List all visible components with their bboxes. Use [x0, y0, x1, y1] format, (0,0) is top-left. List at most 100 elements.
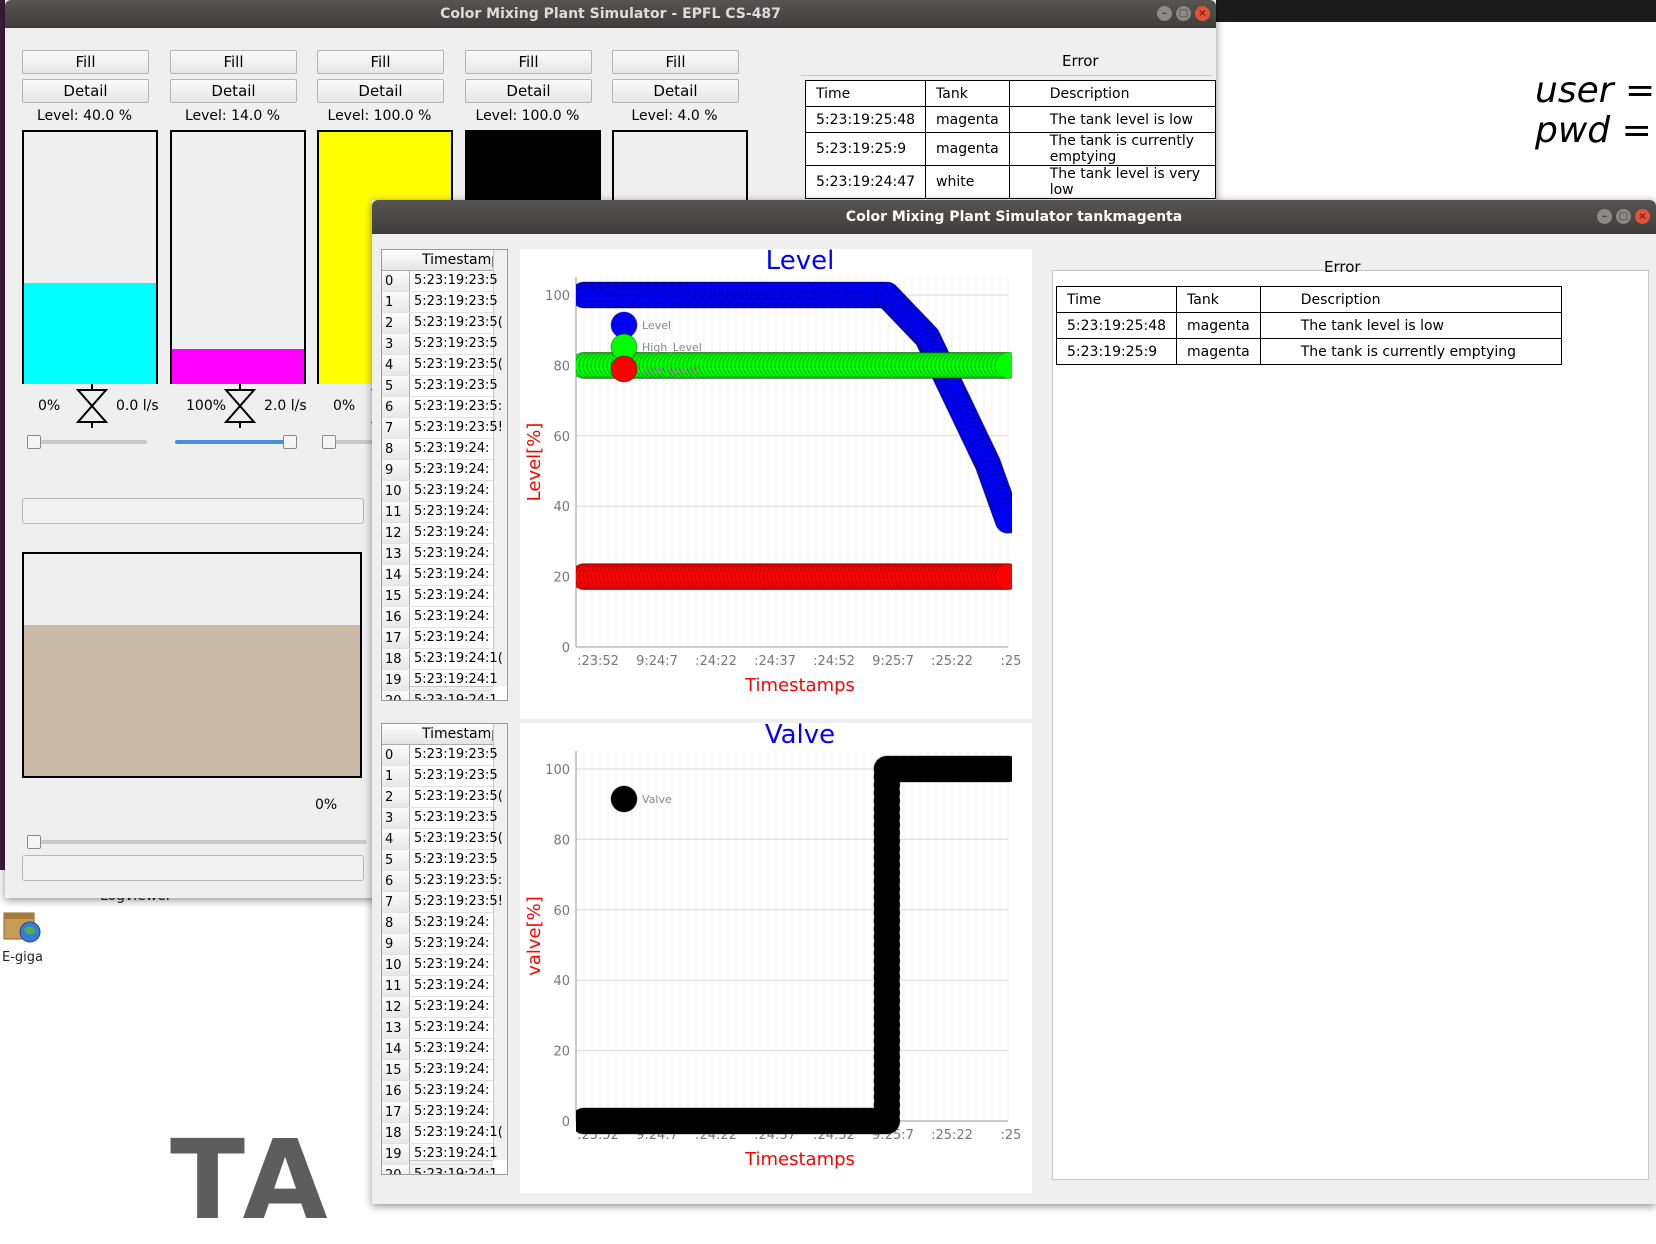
timestamp-row[interactable]: 0 5:23:19:23:5	[382, 271, 498, 292]
timestamp-row[interactable]: 20 5:23:19:24:1	[382, 1165, 498, 1174]
error-header-time[interactable]: Time	[804, 80, 927, 107]
timestamp-row[interactable]: 8 5:23:19:24:	[382, 913, 493, 934]
timestamp-row[interactable]: 3 5:23:19:23:5	[382, 334, 498, 355]
timestamp-row[interactable]: 18 5:23:19:24:1(	[382, 649, 503, 670]
fill-button-1[interactable]: Fill	[170, 50, 297, 74]
fill-button-3[interactable]: Fill	[465, 50, 592, 74]
main-window-titlebar[interactable]: Color Mixing Plant Simulator - EPFL CS-4…	[5, 0, 1216, 28]
timestamp-row[interactable]: 8 5:23:19:24:	[382, 439, 493, 460]
error-header-description[interactable]: Description	[1008, 80, 1217, 107]
timestamp-row[interactable]: 15 5:23:19:24:	[382, 586, 493, 607]
timestamp-list-level[interactable]: Timestamp 0 5:23:19:23:5 1 5:23:19:23:5 2 5:2…	[381, 249, 508, 701]
y-tick-label: 60	[553, 904, 570, 919]
minimize-icon[interactable]: –	[1597, 209, 1612, 224]
valve-slider-handle-1[interactable]	[283, 435, 297, 449]
timestamp-row[interactable]: 19 5:23:19:24:1	[382, 1144, 498, 1165]
valve-slider-1[interactable]	[175, 435, 297, 449]
timestamp-row[interactable]: 7 5:23:19:23:5!	[382, 892, 503, 913]
error-row[interactable]: 5:23:19:25:9 magenta The tank is currently…	[1055, 338, 1562, 365]
row-timestamp: 5:23:19:23:5(	[414, 789, 503, 804]
tank-level-label-2: Level: 100.0 %	[327, 108, 432, 124]
row-timestamp: 5:23:19:23:5	[414, 273, 498, 288]
row-timestamp: 5:23:19:23:5!	[414, 894, 503, 909]
fill-button-2[interactable]: Fill	[317, 50, 444, 74]
timestamp-row[interactable]: 11 5:23:19:24:	[382, 976, 493, 997]
close-icon[interactable]: ×	[1635, 209, 1650, 224]
detail-button-1[interactable]: Detail	[170, 79, 297, 103]
desktop-icon-egiga-label[interactable]: E-giga	[2, 950, 43, 965]
timestamp-row[interactable]: 0 5:23:19:23:5	[382, 745, 498, 766]
detail-button-3[interactable]: Detail	[465, 79, 592, 103]
timestamp-row[interactable]: 2 5:23:19:23:5(	[382, 787, 503, 808]
timestamp-row[interactable]: 16 5:23:19:24:	[382, 607, 493, 628]
row-timestamp: 5:23:19:24:	[414, 1020, 490, 1035]
timestamp-row[interactable]: 13 5:23:19:24:	[382, 1018, 493, 1039]
timestamp-row[interactable]: 6 5:23:19:23:5:	[382, 871, 502, 892]
timestamp-list-header[interactable]: Timestamp	[382, 724, 500, 745]
error-header-tank[interactable]: Tank	[925, 80, 1010, 107]
error-header-tank[interactable]: Tank	[1176, 286, 1261, 313]
timestamp-row[interactable]: 1 5:23:19:23:5	[382, 292, 498, 313]
timestamp-row[interactable]: 9 5:23:19:24:	[382, 460, 493, 481]
valve-slider-handle-2[interactable]	[322, 435, 336, 449]
timestamp-row[interactable]: 14 5:23:19:24:	[382, 1039, 493, 1060]
mixing-valve-slider[interactable]	[27, 835, 367, 849]
timestamp-row[interactable]: 5 5:23:19:23:5	[382, 850, 498, 871]
maximize-icon[interactable]: □	[1176, 6, 1191, 21]
detail-button-4[interactable]: Detail	[612, 79, 739, 103]
timestamp-row[interactable]: 17 5:23:19:24:	[382, 1102, 493, 1123]
x-tick-label: :24:52	[813, 654, 855, 669]
y-tick-label: 100	[545, 763, 570, 778]
row-index: 17	[382, 1102, 410, 1122]
error-description: The tank level is low	[1008, 106, 1217, 133]
timestamp-row[interactable]: 10 5:23:19:24:	[382, 955, 493, 976]
timestamp-row[interactable]: 4 5:23:19:23:5(	[382, 355, 503, 376]
timestamp-row[interactable]: 1 5:23:19:23:5	[382, 766, 498, 787]
error-row[interactable]: 5:23:19:25:9 magenta The tank is currently…	[804, 132, 1217, 166]
fill-button-0[interactable]: Fill	[22, 50, 149, 74]
fill-button-4[interactable]: Fill	[612, 50, 739, 74]
timestamp-row[interactable]: 12 5:23:19:24:	[382, 523, 493, 544]
timestamp-row[interactable]: 20 5:23:19:24:1	[382, 691, 498, 700]
error-row[interactable]: 5:23:19:25:48 magenta The tank level is lo…	[804, 106, 1217, 133]
timestamp-row[interactable]: 12 5:23:19:24:	[382, 997, 493, 1018]
minimize-icon[interactable]: –	[1157, 6, 1172, 21]
valve-slider-0[interactable]	[27, 435, 147, 449]
flow-rate-1: 2.0 l/s	[264, 398, 307, 414]
close-icon[interactable]: ×	[1195, 6, 1210, 21]
error-row[interactable]: 5:23:19:24:47 white The tank level is very…	[804, 165, 1217, 199]
timestamp-row[interactable]: 13 5:23:19:24:	[382, 544, 493, 565]
package-globe-icon[interactable]	[2, 905, 42, 943]
timestamp-list-header[interactable]: Timestamp	[382, 250, 500, 271]
detail-button-0[interactable]: Detail	[22, 79, 149, 103]
timestamp-row[interactable]: 11 5:23:19:24:	[382, 502, 493, 523]
error-description: The tank is currently emptying	[1259, 338, 1562, 365]
error-header-time[interactable]: Time	[1055, 286, 1178, 313]
valve-slider-handle-0[interactable]	[27, 435, 41, 449]
timestamp-row[interactable]: 18 5:23:19:24:1(	[382, 1123, 503, 1144]
mixing-valve-slider-handle[interactable]	[27, 835, 41, 849]
detail-window-titlebar[interactable]: Color Mixing Plant Simulator tankmagenta…	[372, 200, 1656, 234]
timestamp-row[interactable]: 4 5:23:19:23:5(	[382, 829, 503, 850]
timestamp-row[interactable]: 14 5:23:19:24:	[382, 565, 493, 586]
timestamp-row[interactable]: 15 5:23:19:24:	[382, 1060, 493, 1081]
timestamp-list-valve[interactable]: Timestamp 0 5:23:19:23:5 1 5:23:19:23:5 2 5:2…	[381, 723, 508, 1175]
row-index: 16	[382, 1081, 410, 1101]
timestamp-row[interactable]: 3 5:23:19:23:5	[382, 808, 498, 829]
timestamp-row[interactable]: 2 5:23:19:23:5(	[382, 313, 503, 334]
timestamp-row[interactable]: 19 5:23:19:24:1	[382, 670, 498, 691]
y-tick-label: 0	[562, 641, 570, 656]
timestamp-row[interactable]: 10 5:23:19:24:	[382, 481, 493, 502]
timestamp-row[interactable]: 7 5:23:19:23:5!	[382, 418, 503, 439]
timestamp-row[interactable]: 16 5:23:19:24:	[382, 1081, 493, 1102]
maximize-icon[interactable]: □	[1616, 209, 1631, 224]
y-tick-label: 40	[553, 974, 570, 989]
error-header-description[interactable]: Description	[1259, 286, 1562, 313]
error-row[interactable]: 5:23:19:25:48 magenta The tank level is lo…	[1055, 312, 1562, 339]
timestamp-row[interactable]: 5 5:23:19:23:5	[382, 376, 498, 397]
error-description: The tank is currently emptying	[1008, 132, 1217, 166]
timestamp-row[interactable]: 6 5:23:19:23:5:	[382, 397, 502, 418]
timestamp-row[interactable]: 17 5:23:19:24:	[382, 628, 493, 649]
timestamp-row[interactable]: 9 5:23:19:24:	[382, 934, 493, 955]
detail-button-2[interactable]: Detail	[317, 79, 444, 103]
